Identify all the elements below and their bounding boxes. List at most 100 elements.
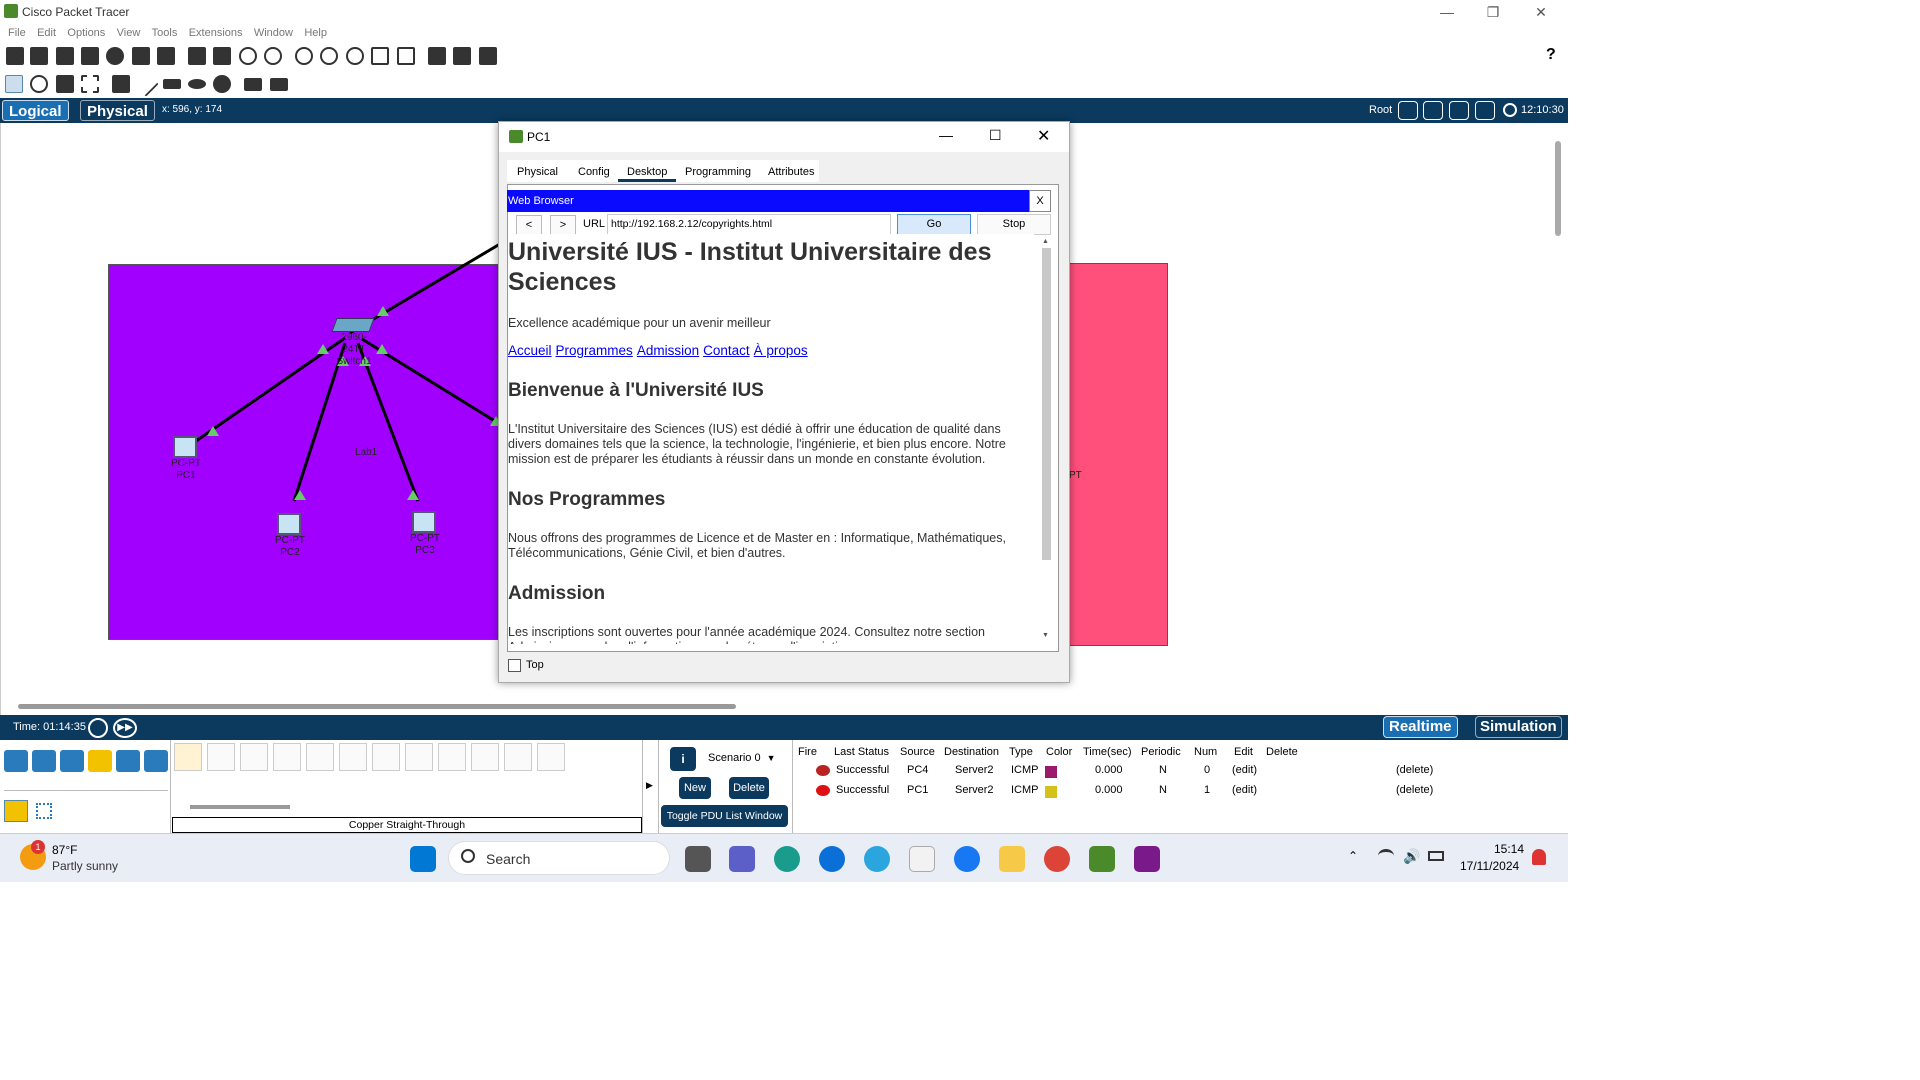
place-note-icon[interactable] xyxy=(112,75,130,93)
row0-delete-link[interactable]: (delete) xyxy=(1396,764,1433,776)
tab-programming[interactable]: Programming xyxy=(676,162,760,182)
menu-extensions[interactable]: Extensions xyxy=(189,24,243,42)
dialog-maximize-button[interactable]: ☐ xyxy=(989,127,1002,144)
custom-device-icon[interactable] xyxy=(397,47,415,65)
draw-line-icon[interactable] xyxy=(133,71,159,97)
undo-icon[interactable] xyxy=(239,47,257,65)
pc2-device[interactable]: PC-PT PC2 xyxy=(269,513,311,569)
scenario-info-icon[interactable]: i xyxy=(670,747,696,771)
ipc-icon[interactable] xyxy=(453,47,471,65)
clock-date[interactable]: 17/11/2024 xyxy=(1460,859,1519,873)
row1-delete-link[interactable]: (delete) xyxy=(1396,784,1433,796)
paste-icon[interactable] xyxy=(213,47,231,65)
nav-link-contact[interactable]: Contact xyxy=(703,343,750,358)
print-icon[interactable] xyxy=(81,47,99,65)
top-checkbox[interactable] xyxy=(508,659,521,672)
select-icon[interactable] xyxy=(5,75,23,93)
freeform-icon[interactable] xyxy=(213,75,231,93)
start-icon[interactable] xyxy=(410,846,436,872)
network-devices-icon[interactable] xyxy=(4,750,28,772)
fire-icon[interactable] xyxy=(816,785,830,796)
add-simple-pdu-icon[interactable] xyxy=(244,78,262,91)
page-scrollbar[interactable] xyxy=(1042,248,1051,560)
web-browser-close-button[interactable]: X xyxy=(1029,190,1051,212)
tab-config[interactable]: Config xyxy=(569,162,619,182)
dialog-close-button[interactable]: ✕ xyxy=(1037,126,1050,146)
menu-view[interactable]: View xyxy=(117,24,141,42)
zoom-in-icon[interactable] xyxy=(295,47,313,65)
fire-icon[interactable] xyxy=(816,765,830,776)
activity-wizard-icon[interactable] xyxy=(157,47,175,65)
back-icon[interactable] xyxy=(1398,101,1418,120)
maximize-button[interactable]: ❐ xyxy=(1470,0,1516,24)
teams-icon[interactable] xyxy=(729,846,755,872)
dialog-minimize-button[interactable]: — xyxy=(939,127,953,143)
logical-tab[interactable]: Logical xyxy=(2,100,69,121)
packet-tracer-taskbar-icon[interactable] xyxy=(1089,846,1115,872)
serial-dte-icon[interactable] xyxy=(438,743,466,771)
tab-desktop[interactable]: Desktop xyxy=(618,162,677,182)
power-cycle-icon[interactable] xyxy=(88,718,108,738)
row1-edit-link[interactable]: (edit) xyxy=(1232,784,1257,796)
clock-time[interactable]: 15:14 xyxy=(1494,842,1524,856)
iot-custom-cable-icon[interactable] xyxy=(504,743,532,771)
draw-rectangle-icon[interactable] xyxy=(163,79,181,89)
pc3-device[interactable]: PC-PT PC3 xyxy=(404,511,446,567)
viewport-icon[interactable] xyxy=(428,47,446,65)
end-devices-icon[interactable] xyxy=(32,750,56,772)
scroll-down-arrow[interactable]: ▼ xyxy=(1042,632,1049,639)
nav-link-admission[interactable]: Admission xyxy=(637,343,699,358)
root-label[interactable]: Root xyxy=(1369,104,1392,116)
store-icon[interactable] xyxy=(909,846,935,872)
taskbar-search[interactable]: Search xyxy=(448,841,670,875)
chrome-icon[interactable] xyxy=(1044,846,1070,872)
connections-icon[interactable] xyxy=(88,750,112,772)
menu-file[interactable]: File xyxy=(8,24,26,42)
new-file-icon[interactable] xyxy=(6,47,24,65)
serial-dce-icon[interactable] xyxy=(405,743,433,771)
task-view-icon[interactable] xyxy=(685,846,711,872)
switch1-device[interactable]: 2960-24TT Switch1 xyxy=(330,318,378,368)
connections-scrollbar[interactable] xyxy=(190,805,290,809)
battery-icon[interactable] xyxy=(1428,851,1444,861)
fast-forward-icon[interactable]: ▶▶ xyxy=(113,718,137,738)
info-icon[interactable] xyxy=(106,47,124,65)
wifi-icon[interactable] xyxy=(1378,849,1394,863)
save-icon[interactable] xyxy=(56,47,74,65)
inspect-icon[interactable] xyxy=(30,75,48,93)
copy-icon[interactable] xyxy=(188,47,206,65)
close-button[interactable]: ✕ xyxy=(1518,0,1564,24)
scroll-up-arrow[interactable]: ▲ xyxy=(1042,238,1049,245)
notification-bell-icon[interactable] xyxy=(1532,849,1546,865)
move-icon[interactable] xyxy=(1449,101,1469,120)
menu-help[interactable]: Help xyxy=(304,24,327,42)
draw-ellipse-icon[interactable] xyxy=(188,79,206,89)
facebook-icon[interactable] xyxy=(954,846,980,872)
menu-window[interactable]: Window xyxy=(254,24,293,42)
pdf-app-icon[interactable] xyxy=(1134,846,1160,872)
grid-icon[interactable] xyxy=(36,803,52,819)
nav-link-programmes[interactable]: Programmes xyxy=(556,343,633,358)
realtime-button[interactable]: Realtime xyxy=(1383,716,1458,738)
toggle-pdu-list-button[interactable]: Toggle PDU List Window xyxy=(661,805,788,827)
delete-scenario-button[interactable]: Delete xyxy=(729,777,769,799)
usb-cable-icon[interactable] xyxy=(537,743,565,771)
tab-attributes[interactable]: Attributes xyxy=(759,162,823,182)
multiuser-icon[interactable] xyxy=(144,750,168,772)
forward-button[interactable]: > xyxy=(550,215,576,235)
nav-link-a-propos[interactable]: À propos xyxy=(754,343,808,358)
pc1-device[interactable]: PC-PT PC1 xyxy=(165,436,207,492)
zoom-reset-icon[interactable] xyxy=(320,47,338,65)
menu-options[interactable]: Options xyxy=(67,24,105,42)
octal-cable-icon[interactable] xyxy=(471,743,499,771)
delete-icon[interactable] xyxy=(56,75,74,93)
zoom-out-icon[interactable] xyxy=(346,47,364,65)
row0-edit-link[interactable]: (edit) xyxy=(1232,764,1257,776)
nav-link-accueil[interactable]: Accueil xyxy=(508,343,552,358)
url-input[interactable]: http://192.168.2.12/copyrights.html xyxy=(607,214,891,235)
drawing-palette-icon[interactable] xyxy=(371,47,389,65)
redo-icon[interactable] xyxy=(264,47,282,65)
back-button[interactable]: < xyxy=(516,215,542,235)
automatic-connection-icon[interactable] xyxy=(174,743,202,771)
fiber-icon[interactable] xyxy=(306,743,334,771)
